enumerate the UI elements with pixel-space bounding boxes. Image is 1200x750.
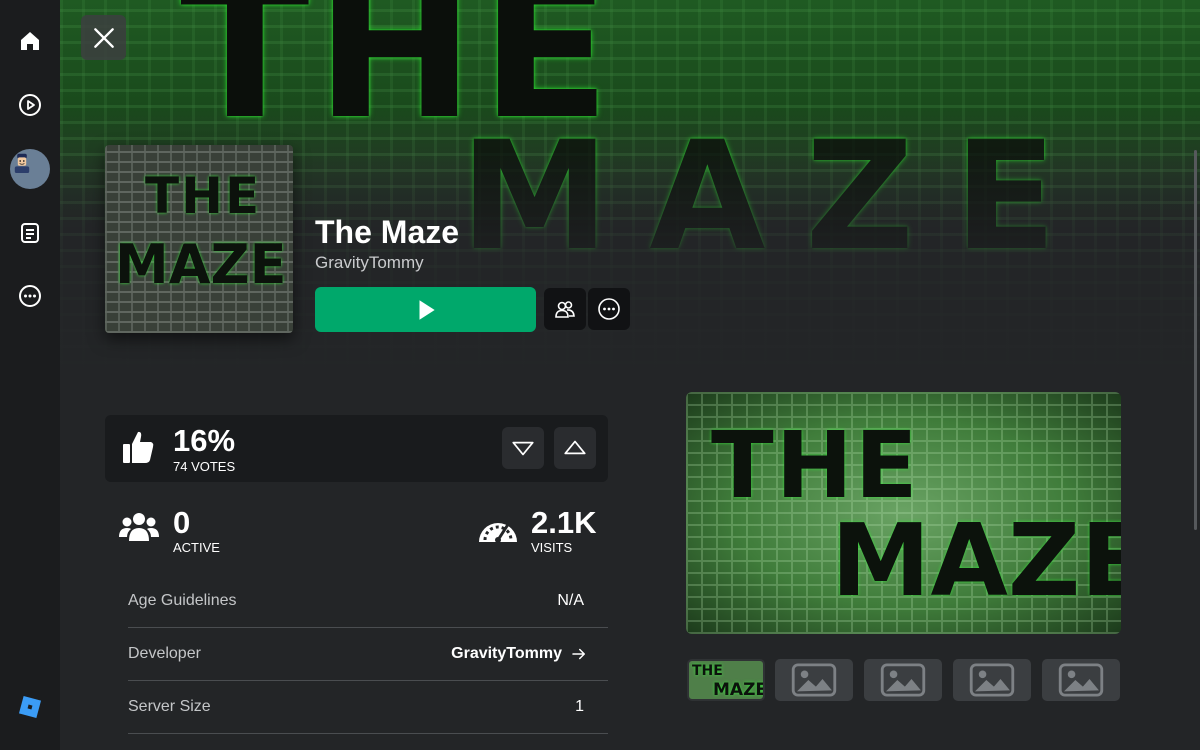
- server-size-label: Server Size: [128, 698, 211, 715]
- play-circle-icon[interactable]: [10, 85, 50, 125]
- developer-value: GravityTommy: [451, 645, 562, 662]
- scrollbar[interactable]: [1194, 150, 1197, 530]
- game-icon: THE MAZE: [105, 145, 293, 333]
- players-icon: [119, 513, 159, 541]
- play-button[interactable]: [315, 287, 536, 332]
- vote-panel: 16% 74 VOTES: [105, 415, 608, 482]
- close-button[interactable]: [81, 15, 126, 60]
- visits-count: 2.1K: [531, 505, 597, 540]
- active-label: ACTIVE: [173, 540, 220, 555]
- friends-icon: [555, 301, 575, 318]
- game-icon-text-top: THE: [145, 167, 262, 225]
- vote-percent: 16%: [173, 423, 236, 458]
- game-title: The Maze: [315, 214, 460, 250]
- avatar[interactable]: [10, 149, 50, 189]
- active-count: 0: [173, 505, 191, 540]
- downvote-button[interactable]: [502, 427, 544, 469]
- thumb-text-bottom: MAZE: [713, 680, 765, 700]
- media-thumbnail-5[interactable]: [1042, 659, 1120, 701]
- media-thumbnail-4[interactable]: [953, 659, 1031, 701]
- more-options-button[interactable]: [588, 288, 630, 330]
- feed-icon[interactable]: [10, 213, 50, 253]
- server-size-value: 1: [575, 698, 584, 715]
- thumbs-up-icon: [123, 431, 154, 463]
- close-icon: [93, 27, 114, 48]
- developer-link[interactable]: GravityTommy: [451, 645, 588, 663]
- age-guidelines-value: N/A: [557, 592, 584, 609]
- visits-label: VISITS: [531, 540, 573, 555]
- info-row-age: Age Guidelines N/A: [128, 575, 608, 628]
- more-horizontal-icon: [598, 298, 620, 320]
- triangle-up-icon: [564, 440, 586, 455]
- home-icon[interactable]: [10, 21, 50, 61]
- left-nav: [0, 0, 60, 750]
- media-thumbnail-2[interactable]: [775, 659, 853, 701]
- media-thumbnail-1[interactable]: THE MAZE: [687, 659, 765, 701]
- roblox-logo[interactable]: [10, 687, 50, 727]
- arrow-right-icon: [572, 648, 585, 660]
- avatar-image: [10, 149, 50, 189]
- image-placeholder-icon: [1058, 663, 1104, 697]
- upvote-button[interactable]: [554, 427, 596, 469]
- image-placeholder-icon: [969, 663, 1015, 697]
- game-icon-text-bottom: MAZE: [115, 233, 287, 296]
- image-placeholder-icon: [791, 663, 837, 697]
- developer-label: Developer: [128, 645, 201, 662]
- play-icon: [419, 299, 435, 320]
- age-guidelines-label: Age Guidelines: [128, 592, 237, 609]
- media-text-bottom: MAZE: [831, 502, 1121, 619]
- triangle-down-icon: [512, 441, 534, 456]
- friends-button[interactable]: [544, 288, 586, 330]
- thumb-text-top: THE: [692, 663, 723, 679]
- game-creator[interactable]: GravityTommy: [315, 253, 424, 273]
- vote-count: 74 VOTES: [173, 459, 236, 474]
- info-row-server-size: Server Size 1: [128, 681, 608, 734]
- media-thumbnail-3[interactable]: [864, 659, 942, 701]
- more-icon[interactable]: [10, 276, 50, 316]
- image-placeholder-icon: [880, 663, 926, 697]
- info-row-developer: Developer GravityTommy: [128, 628, 608, 681]
- media-preview[interactable]: THE MAZE: [686, 392, 1121, 634]
- speedometer-icon: [479, 523, 517, 543]
